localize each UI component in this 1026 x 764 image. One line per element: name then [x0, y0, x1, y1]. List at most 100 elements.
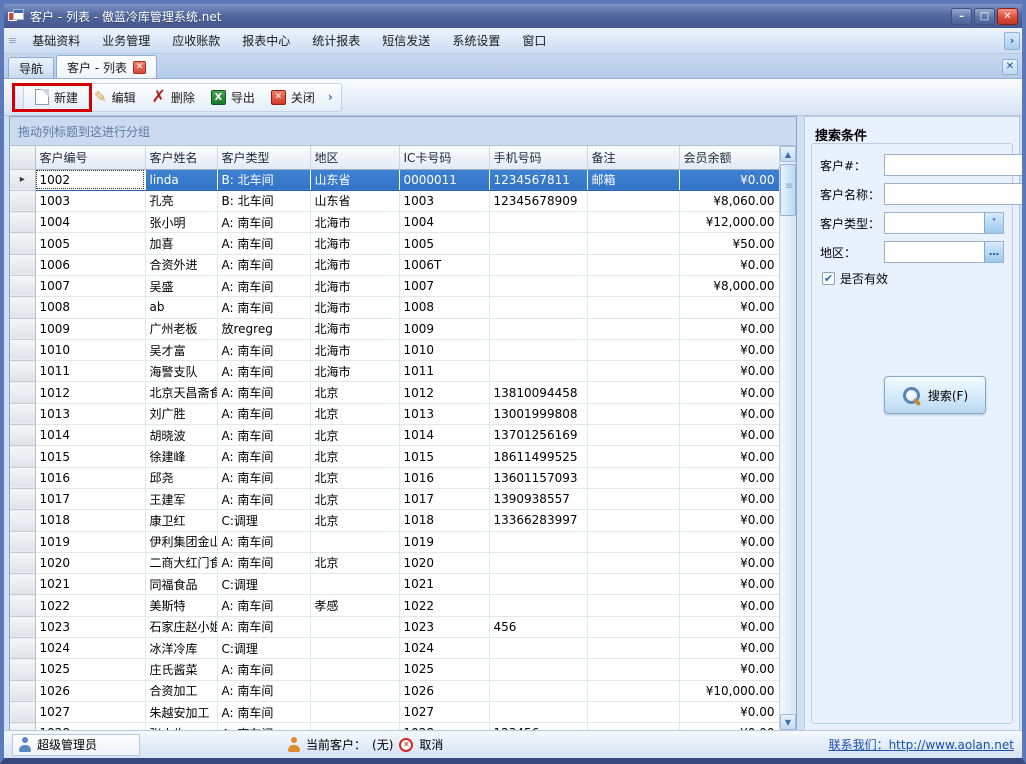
grid-cell[interactable]: ¥0.00 — [679, 574, 779, 595]
row-selector[interactable] — [10, 190, 35, 211]
cancel-label[interactable]: 取消 — [419, 736, 443, 753]
grid-cell[interactable]: A: 南车间 — [217, 361, 310, 382]
grid-cell[interactable]: ¥0.00 — [679, 403, 779, 424]
row-selector[interactable] — [10, 531, 35, 552]
grid-cell[interactable]: C:调理 — [217, 574, 310, 595]
grid-cell[interactable]: ¥10,000.00 — [679, 680, 779, 701]
grid-cell[interactable] — [489, 212, 587, 233]
col-member-balance[interactable]: 会员余额 — [679, 146, 779, 169]
grid-cell[interactable]: 1011 — [399, 361, 489, 382]
grid-cell[interactable]: 山东省 — [310, 169, 399, 190]
grid-cell[interactable] — [587, 190, 679, 211]
menu-item-window[interactable]: 窗口 — [514, 29, 554, 52]
grid-cell[interactable]: 18611499525 — [489, 446, 587, 467]
grid-cell[interactable]: 徐建峰 — [145, 446, 217, 467]
grid-cell[interactable]: A: 南车间 — [217, 701, 310, 722]
cancel-circle-icon[interactable]: ✕ — [399, 738, 413, 752]
grid-cell[interactable]: 合资外进 — [145, 254, 217, 275]
row-selector[interactable] — [10, 723, 35, 730]
grid-cell[interactable]: ¥0.00 — [679, 446, 779, 467]
grid-cell[interactable]: 12345678909 — [489, 190, 587, 211]
grid-cell[interactable]: ¥0.00 — [679, 488, 779, 509]
grid-cell[interactable]: 广州老板 — [145, 318, 217, 339]
grid-cell[interactable] — [587, 425, 679, 446]
grid-cell[interactable]: 1018 — [399, 510, 489, 531]
grid-cell[interactable]: 1021 — [399, 574, 489, 595]
grid-cell[interactable]: 美斯特 — [145, 595, 217, 616]
table-row[interactable]: 1021同福食品C:调理1021¥0.00 — [10, 574, 779, 595]
grid-cell[interactable]: 1011 — [35, 361, 145, 382]
grid-cell[interactable]: A: 南车间 — [217, 254, 310, 275]
col-ic-card[interactable]: IC卡号码 — [399, 146, 489, 169]
grid-cell[interactable]: 1020 — [35, 552, 145, 573]
table-row[interactable]: 1023石家庄赵小姐A: 南车间1023456¥0.00 — [10, 616, 779, 637]
tab-customer-list[interactable]: 客户 - 列表 ✕ — [56, 55, 157, 78]
grid-cell[interactable]: 1014 — [35, 425, 145, 446]
menu-item-sms[interactable]: 短信发送 — [374, 29, 438, 52]
grid-cell[interactable]: 张小明 — [145, 212, 217, 233]
row-selector[interactable] — [10, 616, 35, 637]
table-row[interactable]: 1019伊利集团金山...A: 南车间1019¥0.00 — [10, 531, 779, 552]
grid-cell[interactable]: A: 南车间 — [217, 467, 310, 488]
grid-cell[interactable]: 1004 — [35, 212, 145, 233]
row-selector[interactable] — [10, 339, 35, 360]
region-picker[interactable]: … — [884, 241, 1004, 263]
grid-cell[interactable]: 王建军 — [145, 488, 217, 509]
grid-cell[interactable]: 1234567811 — [489, 169, 587, 190]
maximize-button[interactable]: □ — [974, 8, 995, 25]
table-row[interactable]: 1008abA: 南车间北海市1008¥0.00 — [10, 297, 779, 318]
grid-cell[interactable] — [587, 510, 679, 531]
grid-cell[interactable] — [310, 638, 399, 659]
table-row[interactable]: 1007吴盛A: 南车间北海市1007¥8,000.00 — [10, 275, 779, 296]
grid-cell[interactable]: 北海市 — [310, 361, 399, 382]
grid-cell[interactable] — [587, 467, 679, 488]
grid-cell[interactable]: 1016 — [399, 467, 489, 488]
customer-name-input[interactable] — [884, 183, 1022, 205]
grid-cell[interactable]: 1026 — [399, 680, 489, 701]
grid-cell[interactable]: 北海市 — [310, 339, 399, 360]
grid-cell[interactable]: 北京 — [310, 425, 399, 446]
grid-cell[interactable]: 1019 — [399, 531, 489, 552]
new-button[interactable]: 新建 — [28, 86, 85, 109]
grid-cell[interactable]: A: 南车间 — [217, 616, 310, 637]
menu-item-stat-reports[interactable]: 统计报表 — [304, 29, 368, 52]
chevron-down-icon[interactable]: ˅ — [984, 213, 1003, 233]
search-button[interactable]: 搜索(F) — [884, 376, 986, 414]
grid-cell[interactable]: 孔亮 — [145, 190, 217, 211]
grid-cell[interactable]: A: 南车间 — [217, 382, 310, 403]
grid-cell[interactable]: ¥0.00 — [679, 595, 779, 616]
grid-cell[interactable]: A: 南车间 — [217, 339, 310, 360]
grid-cell[interactable] — [587, 574, 679, 595]
grid-cell[interactable] — [587, 638, 679, 659]
grid-cell[interactable]: 13810094458 — [489, 382, 587, 403]
table-row[interactable]: 1010吴才富A: 南车间北海市1010¥0.00 — [10, 339, 779, 360]
grid-cell[interactable]: 1390938557 — [489, 488, 587, 509]
menu-item-business[interactable]: 业务管理 — [94, 29, 158, 52]
grid-cell[interactable] — [489, 552, 587, 573]
row-selector[interactable] — [10, 638, 35, 659]
grid-cell[interactable]: A: 南车间 — [217, 403, 310, 424]
scrollbar-thumb[interactable] — [780, 164, 796, 216]
grid-cell[interactable]: 1008 — [35, 297, 145, 318]
grid-cell[interactable]: 石家庄赵小姐 — [145, 616, 217, 637]
table-row[interactable]: 1004张小明A: 南车间北海市1004¥12,000.00 — [10, 212, 779, 233]
grid-cell[interactable] — [489, 254, 587, 275]
row-selector[interactable] — [10, 361, 35, 382]
grid-cell[interactable]: 北京天昌斋食... — [145, 382, 217, 403]
grid-cell[interactable] — [587, 446, 679, 467]
toolbar-overflow-icon[interactable]: › — [324, 90, 337, 104]
grid-cell[interactable]: 1003 — [35, 190, 145, 211]
grid-cell[interactable]: A: 南车间 — [217, 723, 310, 730]
row-selector[interactable] — [10, 318, 35, 339]
grid-cell[interactable]: ab — [145, 297, 217, 318]
grid-cell[interactable]: 1008 — [399, 297, 489, 318]
col-region[interactable]: 地区 — [310, 146, 399, 169]
grid-cell[interactable] — [489, 531, 587, 552]
grid-cell[interactable]: C:调理 — [217, 638, 310, 659]
col-customer-name[interactable]: 客户姓名 — [145, 146, 217, 169]
grid-cell[interactable]: 1007 — [35, 275, 145, 296]
menu-item-settings[interactable]: 系统设置 — [444, 29, 508, 52]
grid-cell[interactable] — [489, 318, 587, 339]
grid-cell[interactable]: 伊利集团金山... — [145, 531, 217, 552]
grid-cell[interactable]: 1025 — [35, 659, 145, 680]
